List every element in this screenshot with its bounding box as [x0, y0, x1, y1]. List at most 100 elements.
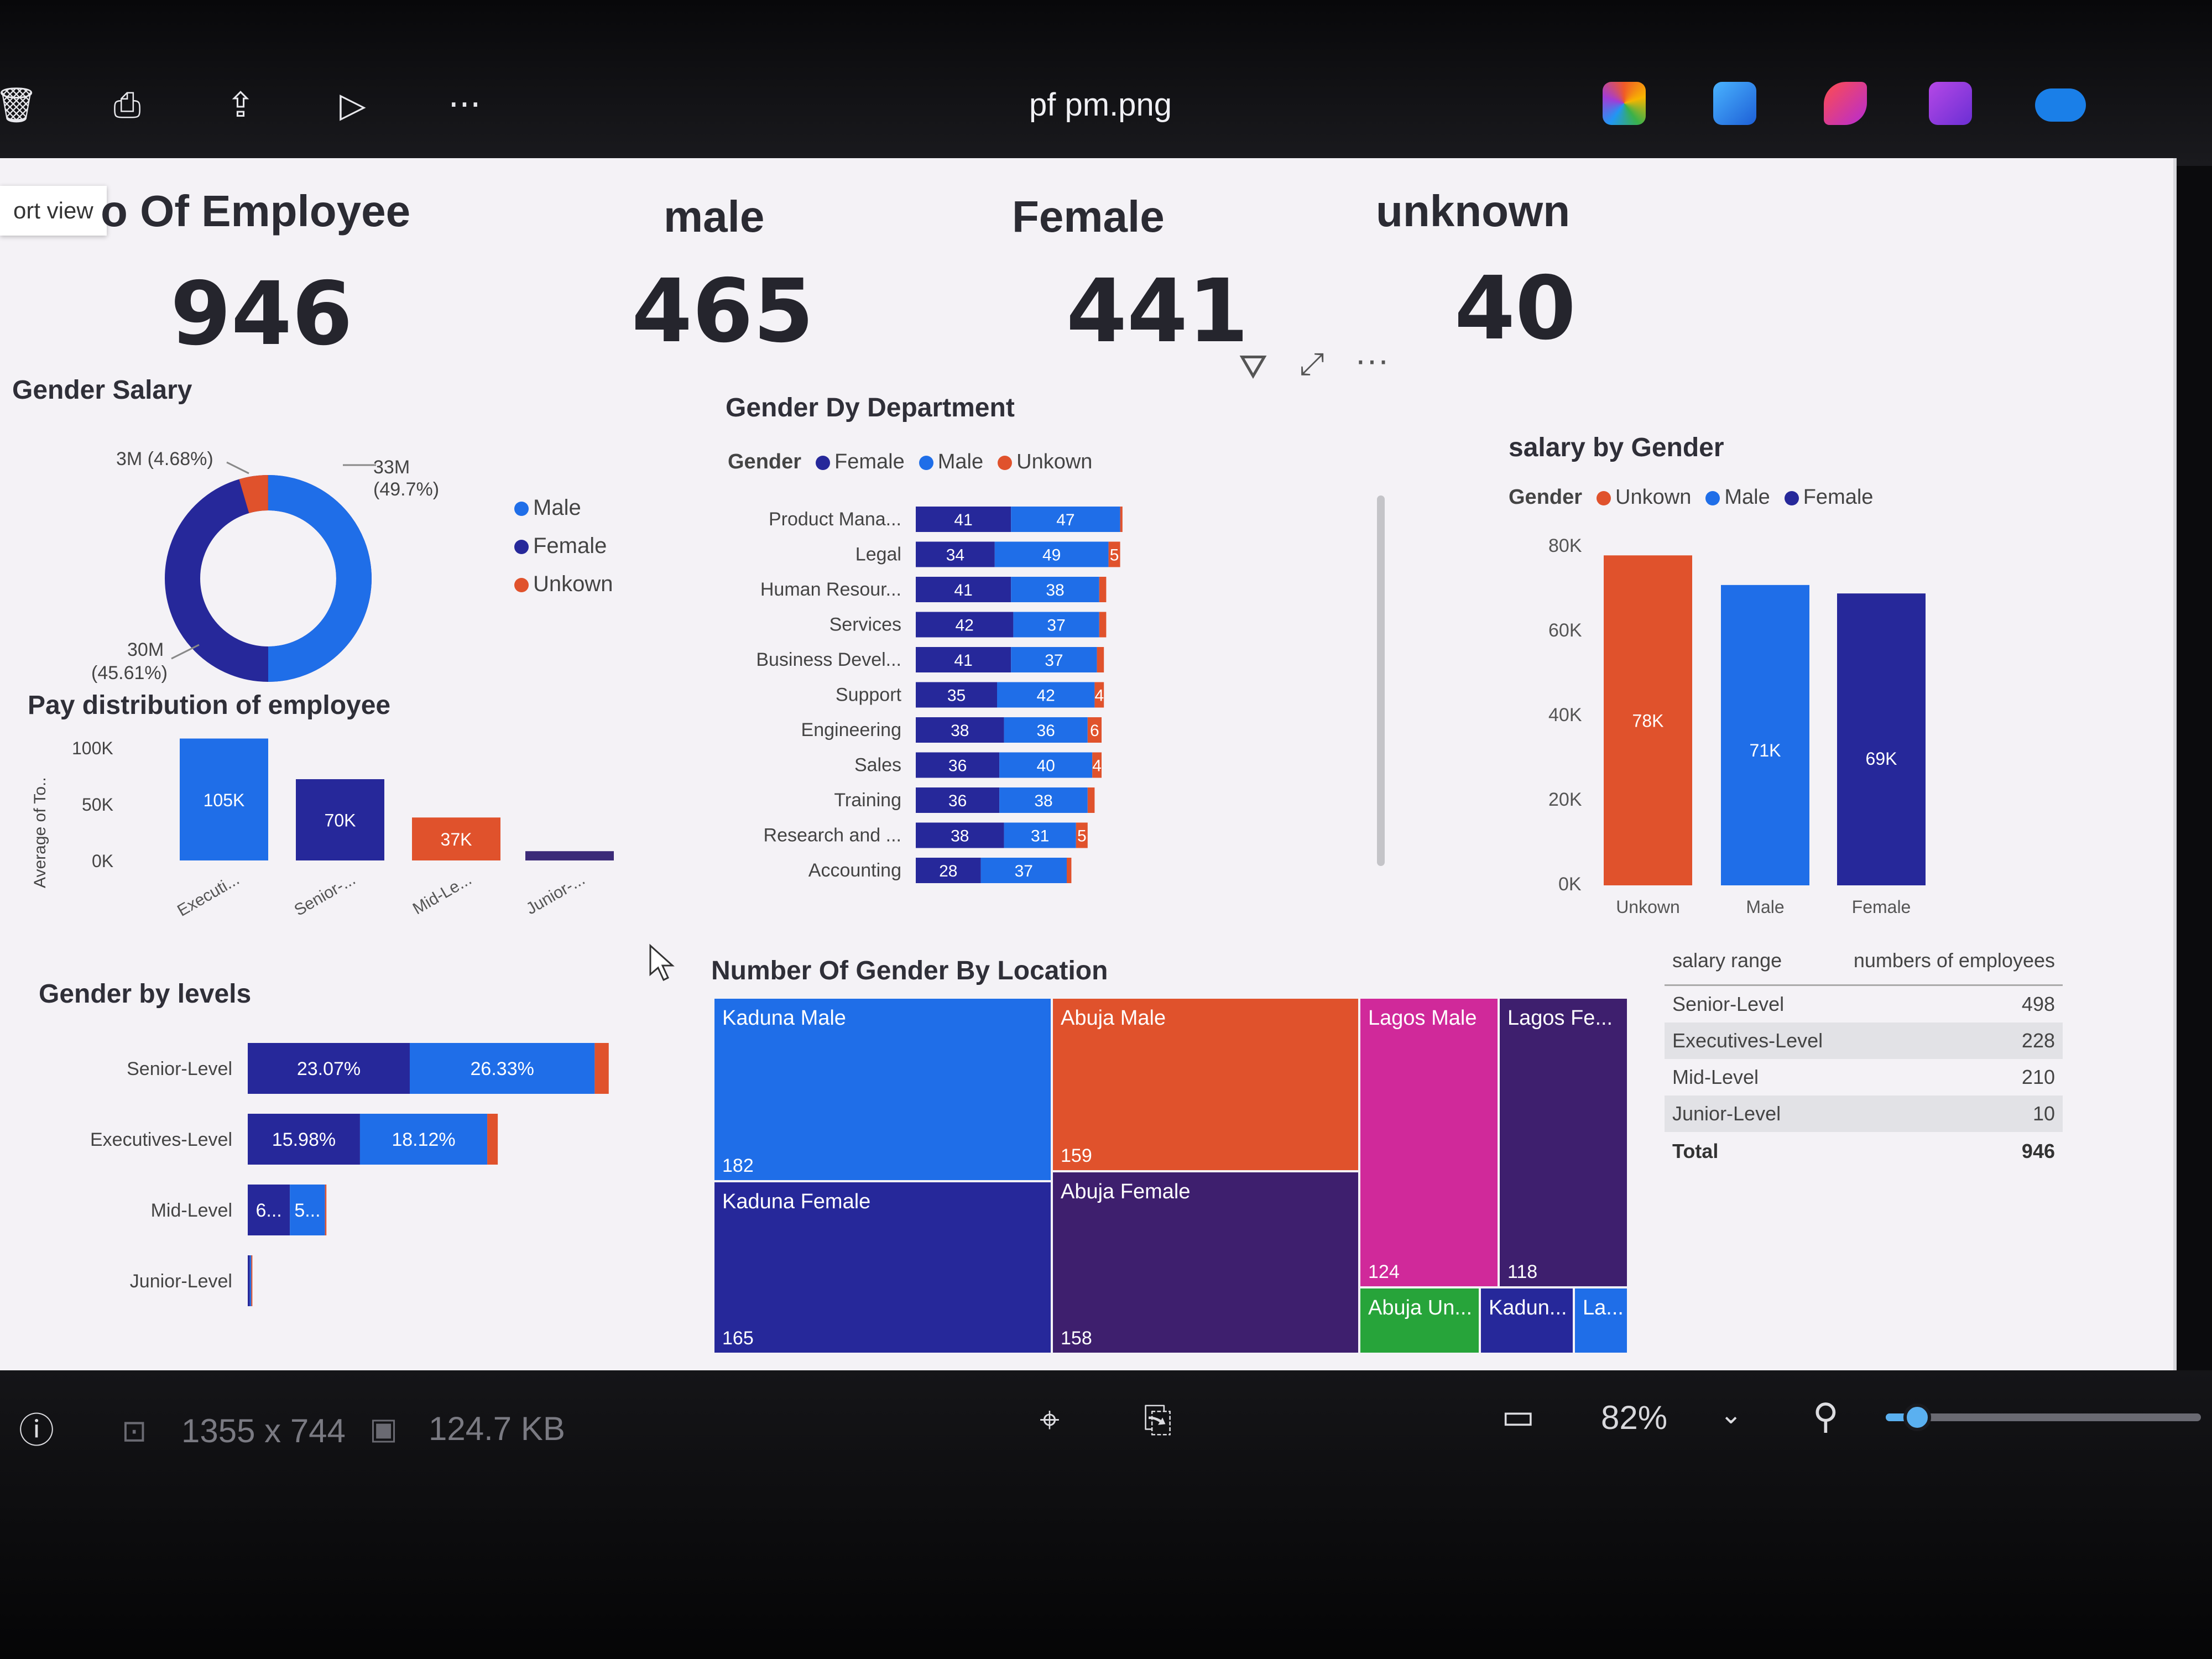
legend-dot-unknown [998, 455, 1013, 470]
treemap-cell[interactable]: Kadun... [1481, 1288, 1573, 1353]
table-cell-range: Junior-Level [1672, 1102, 1781, 1125]
visual-search-icon[interactable]: ⌖ [1040, 1398, 1060, 1442]
treemap-cell[interactable]: La... [1575, 1288, 1627, 1353]
treemap-cell[interactable]: Lagos Fe... 118 [1500, 999, 1627, 1286]
treemap-cell-label: Kaduna Female [722, 1190, 871, 1213]
print-icon[interactable]: ⎙ [105, 83, 149, 127]
table-row[interactable]: Junior-Level 10 [1665, 1095, 2063, 1132]
donut-label-female-pct: (45.61%) [91, 662, 168, 684]
treemap-cell[interactable]: Abuja Un... [1360, 1288, 1479, 1353]
treemap-cell-label: Lagos Male [1368, 1006, 1477, 1030]
kpi-female-label: Female [1012, 192, 1165, 241]
legend-dot-female [1784, 491, 1799, 505]
clipchamp-icon[interactable] [1824, 82, 1867, 125]
table-header-range[interactable]: salary range [1672, 949, 1782, 972]
location-title: Number Of Gender By Location [711, 956, 1108, 985]
donut-label-male-pct: (49.7%) [373, 479, 439, 500]
text-scan-icon[interactable]: ⎘ [1144, 1398, 1172, 1442]
treemap-cell-label: Kadun... [1489, 1296, 1567, 1319]
salary-gender-legend: Gender Unkown Male Female [1509, 486, 1873, 509]
legend-dot-female [514, 540, 529, 555]
treemap-cell-label: Abuja Female [1061, 1180, 1191, 1203]
treemap-cell[interactable]: Kaduna Female 165 [714, 1182, 1051, 1353]
level-label: Junior-Level [130, 1271, 232, 1292]
treemap-cell-label: Lagos Fe... [1507, 1006, 1613, 1030]
salary-legend-title: Gender [1509, 486, 1583, 509]
treemap-cell-value: 182 [722, 1155, 754, 1176]
copilot-icon[interactable] [1603, 82, 1646, 125]
department-bar-unkown [1120, 507, 1123, 532]
zoom-slider-thumb[interactable] [1903, 1404, 1931, 1431]
zoom-slider[interactable] [1886, 1404, 2201, 1431]
table-header-count[interactable]: numbers of employees [1854, 949, 2055, 972]
treemap-cell[interactable]: Abuja Female 158 [1053, 1172, 1358, 1353]
pay-y-tick: 50K [82, 795, 113, 815]
department-scrollbar[interactable] [1377, 495, 1385, 866]
pay-x-label: Executi... [174, 870, 242, 920]
treemap-cell[interactable]: Lagos Male 124 [1360, 999, 1498, 1286]
department-bar-label: 38 [951, 722, 969, 740]
table-row[interactable]: Mid-Level 210 [1665, 1059, 2063, 1095]
department-legend: Gender Female Male Unkown [728, 450, 1092, 474]
share-icon[interactable]: ⇪ [218, 83, 263, 127]
treemap-cell[interactable]: Kaduna Male 182 [714, 999, 1051, 1180]
salary-y-tick: 40K [1548, 705, 1582, 726]
focus-mode-icon[interactable]: ⤢ [1300, 346, 1324, 383]
slideshow-icon[interactable]: ▷ [331, 83, 375, 127]
department-bar-label: 6 [1090, 722, 1099, 740]
department-bar-label: 37 [1045, 651, 1063, 670]
department-bar-unkown [1067, 858, 1072, 883]
mouse-cursor-icon [649, 943, 675, 982]
zoom-out-icon[interactable]: ⚲ [1813, 1395, 1839, 1439]
kpi-unknown-value: 40 [1454, 258, 1576, 359]
legend-female: Female [533, 534, 607, 558]
treemap-cell-value: 165 [722, 1328, 754, 1349]
treemap-cell[interactable]: Abuja Male 159 [1053, 999, 1358, 1170]
pay-bar-label: 105K [204, 790, 245, 810]
level-bar-label: 23.07% [297, 1058, 361, 1079]
table-row[interactable]: Senior-Level 498 [1665, 986, 2063, 1022]
delete-icon[interactable]: 🗑 [0, 83, 39, 127]
table-row[interactable]: Executives-Level 228 [1665, 1022, 2063, 1059]
treemap-cell-value: 158 [1061, 1328, 1092, 1349]
treemap-cell-label: Abuja Un... [1368, 1296, 1472, 1319]
more-options-icon[interactable]: ··· [1355, 341, 1389, 380]
department-bar-label: 41 [954, 581, 972, 599]
status-bar: ⓘ ⊡ 1355 x 744 ▣ 124.7 KB ⌖ ⎘ ▭ 82% ⌄ ⚲ [0, 1370, 2212, 1659]
pay-y-tick: 0K [92, 851, 113, 871]
designer-icon[interactable] [1929, 82, 1972, 125]
department-bar-label: 42 [1037, 687, 1055, 705]
donut-label-unknown: 3M (4.68%) [116, 448, 213, 469]
pay-y-tick: 100K [72, 738, 113, 758]
photos-icon[interactable] [1713, 82, 1756, 125]
department-bar-label: 49 [1042, 546, 1061, 565]
level-bar-female [248, 1255, 250, 1306]
table-cell-count: 10 [2032, 1102, 2055, 1125]
legend-dot-unknown [1597, 491, 1611, 505]
table-total-value: 946 [2021, 1140, 2055, 1162]
salary-y-tick: 0K [1558, 874, 1582, 895]
onedrive-icon[interactable] [2035, 88, 2086, 122]
department-label: Legal [855, 544, 901, 565]
info-icon[interactable]: ⓘ [19, 1409, 54, 1453]
department-bar-label: 5 [1077, 827, 1087, 846]
pay-distribution-title: Pay distribution of employee [28, 691, 391, 720]
salary-bar [1837, 593, 1926, 885]
kpi-total-label: o Of Employee [101, 186, 411, 236]
salary-bar-label: 69K [1866, 749, 1897, 769]
level-bar-male [249, 1255, 252, 1306]
level-label: Mid-Level [151, 1200, 232, 1221]
filter-icon[interactable]: ⛛ [1239, 346, 1267, 387]
pay-bar [525, 851, 614, 860]
pay-bar-label: 70K [325, 811, 356, 831]
department-label: Services [830, 614, 901, 635]
file-size-icon: ▣ [369, 1411, 398, 1446]
gender-salary-title: Gender Salary [12, 375, 192, 405]
pay-distribution-chart: Average of To.. 100K 50K 0K 105K Executi.… [31, 738, 614, 920]
salary-x-label: Female [1852, 897, 1911, 917]
department-label: Research and ... [764, 825, 901, 846]
fit-view-icon[interactable]: ▭ [1501, 1395, 1535, 1439]
more-icon[interactable]: ··· [442, 83, 487, 127]
chevron-down-icon[interactable]: ⌄ [1720, 1392, 1742, 1437]
department-bar-label: 41 [954, 511, 972, 529]
